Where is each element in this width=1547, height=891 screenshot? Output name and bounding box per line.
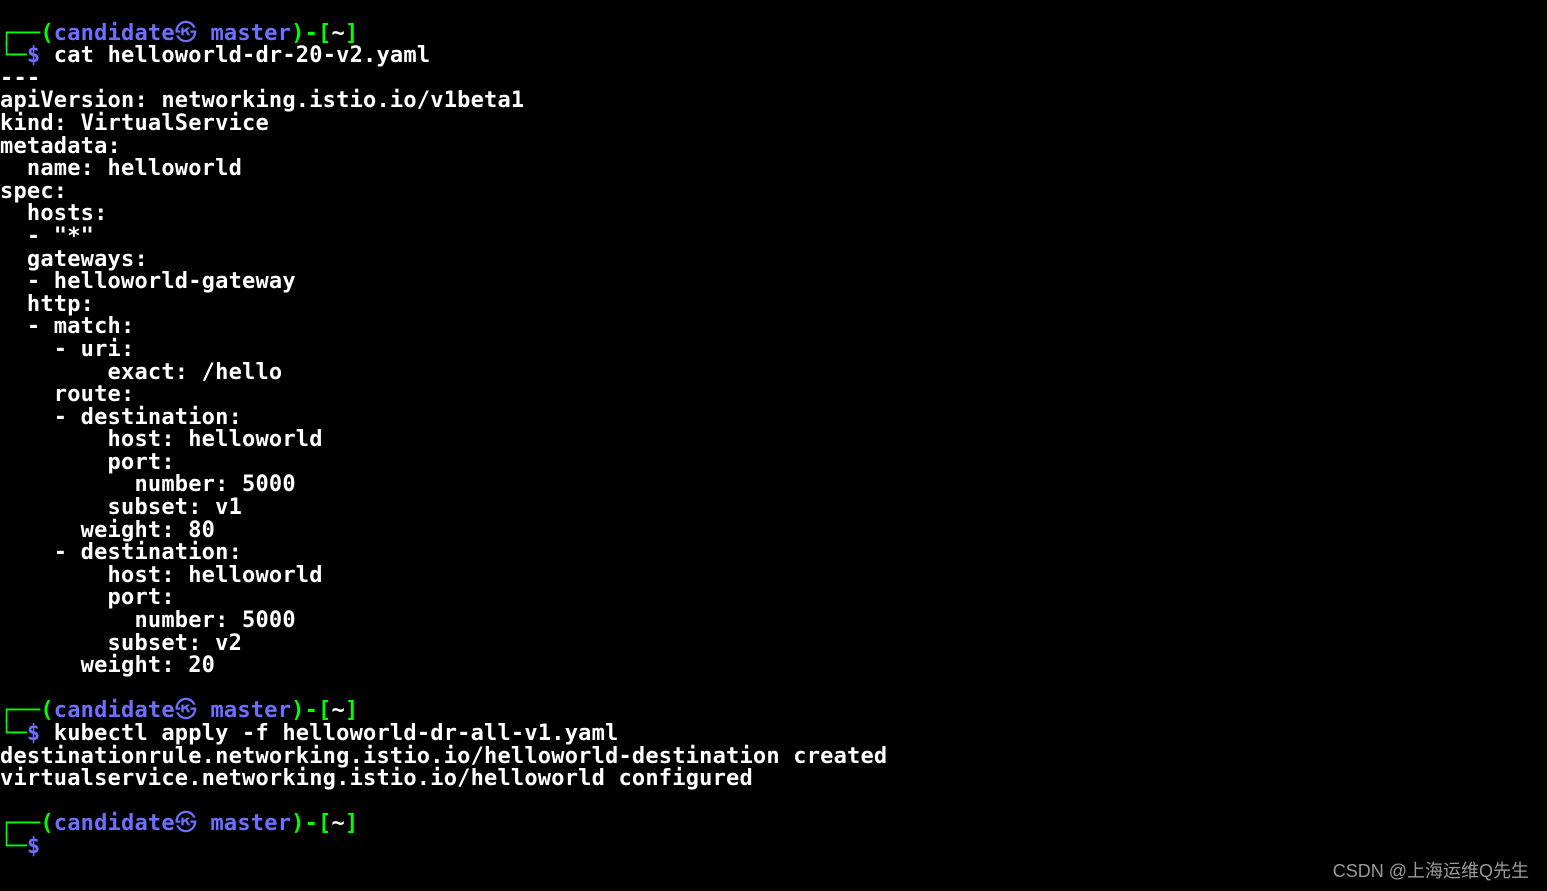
yaml-line: - destination: <box>0 405 242 430</box>
yaml-line: name: helloworld <box>0 156 242 181</box>
prompt-host: master <box>210 698 291 723</box>
prompt-line-top: ┌──(candidate㉿ master)-[~] <box>0 698 358 723</box>
prompt-dollar: $ <box>27 834 40 859</box>
prompt-line-top: ┌──(candidate㉿ master)-[~] <box>0 811 358 836</box>
yaml-line: - match: <box>0 314 134 339</box>
prompt-user: candidate <box>54 698 175 723</box>
yaml-line: port: <box>0 585 175 610</box>
yaml-line: - uri: <box>0 337 134 362</box>
prompt-line-bottom: └─$ <box>0 834 54 859</box>
yaml-line: - "*" <box>0 224 94 249</box>
terminal[interactable]: ┌──(candidate㉿ master)-[~] └─$ cat hello… <box>0 0 1547 859</box>
yaml-line: route: <box>0 382 134 407</box>
yaml-line: number: 5000 <box>0 472 296 497</box>
skull-icon: ㉿ <box>175 698 197 723</box>
yaml-line: subset: v2 <box>0 631 242 656</box>
prompt-line-top: ┌──(candidate㉿ master)-[~] <box>0 21 358 46</box>
prompt-dollar: $ <box>27 43 40 68</box>
command-kubectl[interactable]: kubectl apply -f helloworld-dr-all-v1.ya… <box>54 721 619 746</box>
prompt-path: ~ <box>332 698 345 723</box>
command-cat[interactable]: cat helloworld-dr-20-v2.yaml <box>54 43 430 68</box>
prompt-line-bottom: └─$ kubectl apply -f helloworld-dr-all-v… <box>0 721 619 746</box>
yaml-line: spec: <box>0 179 67 204</box>
yaml-line: port: <box>0 450 175 475</box>
yaml-line: weight: 20 <box>0 653 215 678</box>
cursor[interactable] <box>40 834 53 859</box>
yaml-line: http: <box>0 292 94 317</box>
yaml-line: hosts: <box>0 201 108 226</box>
yaml-line: gateways: <box>0 247 148 272</box>
yaml-line: kind: VirtualService <box>0 111 269 136</box>
prompt-user: candidate <box>54 21 175 46</box>
yaml-line: number: 5000 <box>0 608 296 633</box>
watermark: CSDN @上海运维Q先生 <box>1333 860 1529 883</box>
prompt-user: candidate <box>54 811 175 836</box>
prompt-path: ~ <box>332 811 345 836</box>
yaml-line: host: helloworld <box>0 427 323 452</box>
yaml-line: subset: v1 <box>0 495 242 520</box>
yaml-line: - helloworld-gateway <box>0 269 296 294</box>
output-line: virtualservice.networking.istio.io/hello… <box>0 766 753 791</box>
prompt-host: master <box>210 21 291 46</box>
skull-icon: ㉿ <box>175 811 197 836</box>
yaml-line: metadata: <box>0 134 121 159</box>
yaml-line: apiVersion: networking.istio.io/v1beta1 <box>0 88 524 113</box>
yaml-line: - destination: <box>0 540 242 565</box>
prompt-path: ~ <box>332 21 345 46</box>
yaml-line: weight: 80 <box>0 518 215 543</box>
prompt-dollar: $ <box>27 721 40 746</box>
prompt-line-bottom: └─$ cat helloworld-dr-20-v2.yaml <box>0 43 430 68</box>
prompt-host: master <box>210 811 291 836</box>
yaml-line: --- <box>0 66 40 91</box>
skull-icon: ㉿ <box>175 21 197 46</box>
yaml-line: exact: /hello <box>0 360 282 385</box>
output-line: destinationrule.networking.istio.io/hell… <box>0 744 887 769</box>
yaml-line: host: helloworld <box>0 563 323 588</box>
